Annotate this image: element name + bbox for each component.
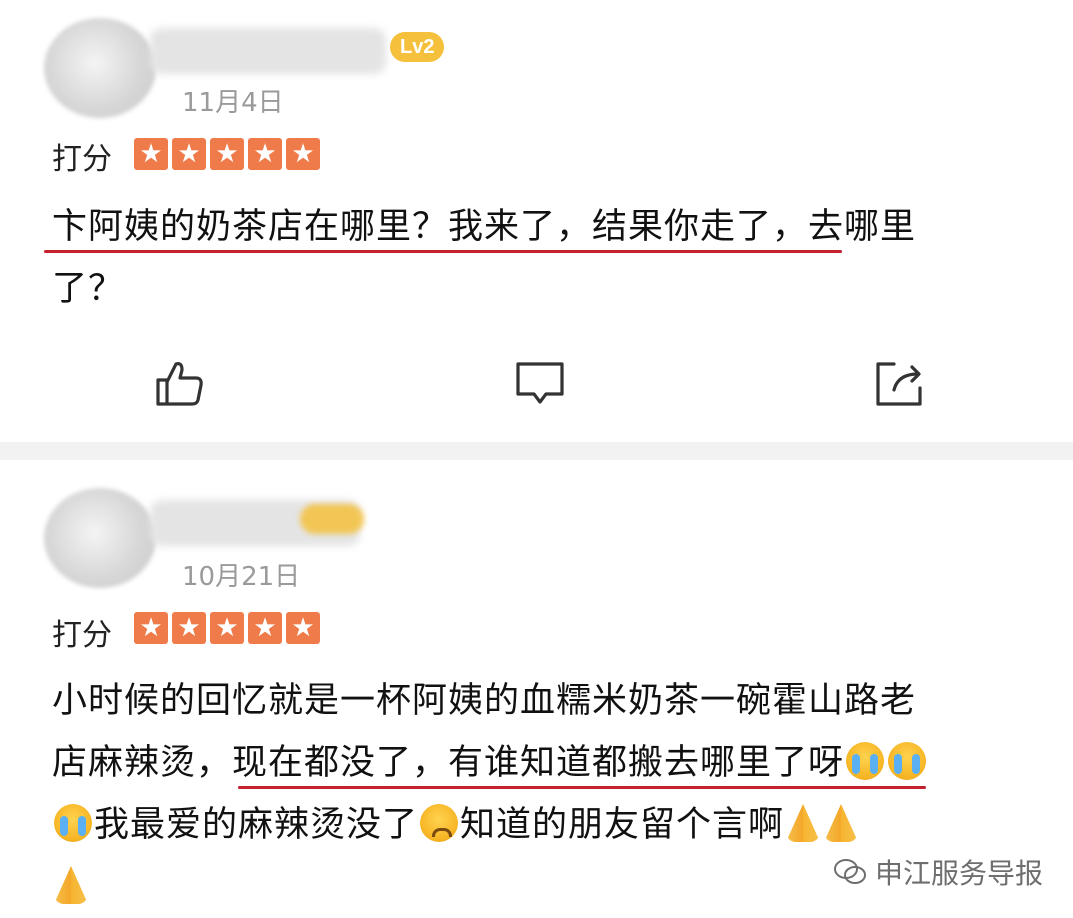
praying-hands-icon — [54, 866, 88, 904]
watermark-text: 申江服务导报 — [874, 857, 1043, 890]
username-blurred[interactable] — [150, 28, 386, 74]
avatar[interactable] — [44, 488, 156, 588]
avatar[interactable] — [44, 18, 156, 118]
review-comment: 卞阿姨的奶茶店在哪里？我来了，结果你走了，去哪里 了？ — [52, 196, 1042, 320]
highlight-underline — [238, 786, 926, 789]
star-icon: ★ — [172, 138, 206, 170]
sad-face-icon — [420, 804, 459, 842]
comment-line: 店麻辣烫，现在都没了，有谁知道都搬去哪里了呀 — [52, 732, 1042, 794]
star-icon: ★ — [172, 612, 206, 644]
review-date: 10月21日 — [182, 562, 301, 592]
level-badge — [300, 504, 364, 534]
star-icon: ★ — [210, 138, 244, 170]
share-button[interactable] — [872, 356, 928, 412]
highlight-underline — [44, 250, 842, 253]
comment-line: 小时候的回忆就是一杯阿姨的血糯米奶茶一碗霍山路老 — [52, 681, 917, 721]
like-button[interactable] — [152, 356, 208, 412]
praying-hands-icon — [824, 804, 859, 842]
star-icon: ★ — [134, 138, 168, 170]
review-date: 11月4日 — [182, 88, 284, 118]
star-rating: ★ ★ ★ ★ ★ — [134, 138, 320, 170]
star-icon: ★ — [286, 138, 320, 170]
star-rating: ★ ★ ★ ★ ★ — [134, 612, 320, 644]
star-icon: ★ — [286, 612, 320, 644]
comment-text: 我最爱的麻辣烫没了 — [94, 805, 419, 845]
crying-face-icon — [888, 742, 927, 780]
star-icon: ★ — [248, 612, 282, 644]
watermark: 申江服务导报 — [833, 852, 1043, 892]
star-icon: ★ — [134, 612, 168, 644]
review-card: Lv2 11月4日 打分 ★ ★ ★ ★ ★ 卞阿姨的奶茶店在哪里？我来了，结果… — [0, 0, 1073, 442]
wechat-icon — [833, 859, 866, 884]
comment-button[interactable] — [512, 356, 568, 412]
rating-label: 打分 — [52, 142, 112, 177]
praying-hands-icon — [786, 804, 821, 842]
rating-label: 打分 — [52, 618, 112, 653]
comment-text: 知道的朋友留个言啊 — [460, 805, 785, 845]
crying-face-icon — [54, 804, 92, 842]
star-icon: ★ — [248, 138, 282, 170]
review-card: 10月21日 打分 ★ ★ ★ ★ ★ 小时候的回忆就是一杯阿姨的血糯米奶茶一碗… — [0, 460, 1073, 904]
comment-line: 我最爱的麻辣烫没了 知道的朋友留个言啊 — [52, 794, 1042, 856]
comment-line: 了？ — [52, 269, 125, 309]
section-divider — [0, 442, 1073, 460]
thumbs-up-icon — [156, 362, 203, 406]
crying-face-icon — [846, 742, 885, 780]
share-icon — [876, 362, 922, 406]
star-icon: ★ — [210, 612, 244, 644]
comment-icon — [516, 362, 564, 404]
comment-text: 店麻辣烫，现在都没了，有谁知道都搬去哪里了呀 — [52, 743, 845, 783]
level-badge: Lv2 — [390, 32, 445, 62]
comment-line: 卞阿姨的奶茶店在哪里？我来了，结果你走了，去哪里 — [52, 207, 917, 247]
